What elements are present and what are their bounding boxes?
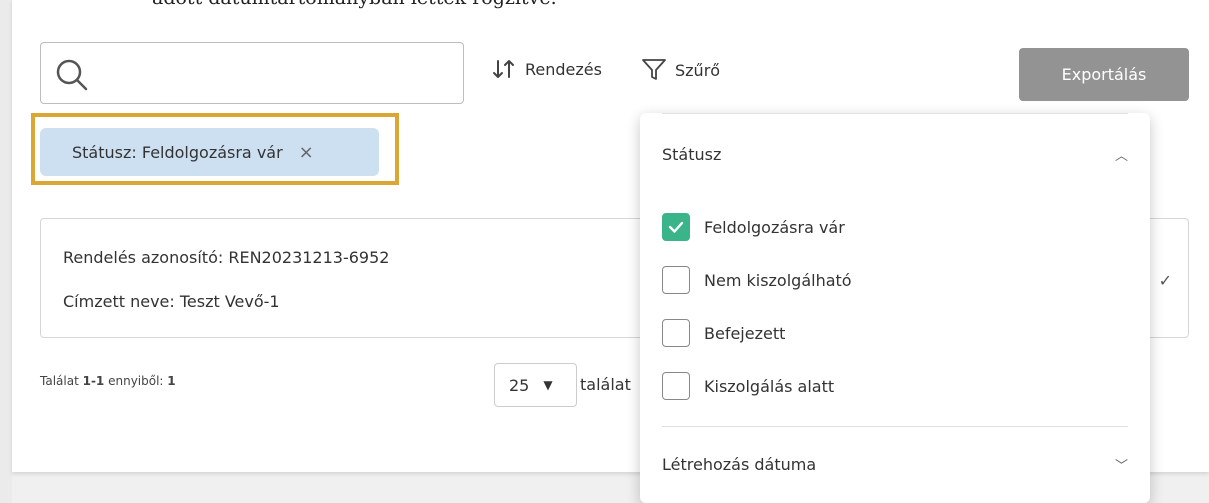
status-option-pending[interactable]: Feldolgozásra vár (662, 213, 845, 241)
checkbox-icon[interactable] (662, 266, 690, 294)
sort-button[interactable]: Rendezés (491, 58, 602, 80)
page-size-value: 25 (509, 375, 530, 395)
status-section-title: Státusz (662, 145, 722, 164)
date-section-header[interactable]: Létrehozás dátuma ﹀ (662, 455, 1128, 474)
intro-text: adott dátumtartományban lettek rögzítve. (152, 0, 557, 9)
status-option-unserviceable[interactable]: Nem kiszolgálható (662, 266, 852, 294)
status-section-header[interactable]: Státusz ︿ (662, 145, 1128, 164)
filter-dropdown: Státusz ︿ Feldolgozásra vár Nem kiszolgá… (640, 113, 1150, 503)
status-option-label: Kiszolgálás alatt (704, 376, 835, 396)
close-icon[interactable]: × (299, 142, 314, 163)
result-range: 1-1 (82, 374, 105, 388)
result-prefix: Találat (40, 374, 83, 388)
order-id: Rendelés azonosító: REN20231213-6952 (63, 248, 390, 267)
recipient-name: Címzett neve: Teszt Vevő-1 (63, 292, 280, 311)
dropdown-top-divider (662, 113, 1128, 114)
sort-label: Rendezés (525, 59, 602, 79)
active-filter-chip: Státusz: Feldolgozásra vár × (40, 128, 379, 176)
checkbox-checked-icon[interactable] (662, 213, 690, 241)
chevron-down-icon: ▼ (543, 378, 553, 392)
active-filter-label: Státusz: Feldolgozásra vár (72, 142, 283, 162)
filter-label: Szűrő (675, 60, 721, 80)
checkbox-icon[interactable] (662, 319, 690, 347)
result-total: 1 (167, 374, 176, 388)
left-margin (0, 0, 12, 503)
result-middle: ennyiből: (104, 374, 168, 388)
search-icon (56, 59, 88, 91)
page-size-suffix: találat (580, 375, 631, 394)
status-option-label: Befejezett (704, 323, 786, 343)
page-size-select[interactable]: 25 ▼ (494, 363, 577, 407)
section-divider (662, 426, 1128, 427)
status-option-completed[interactable]: Befejezett (662, 319, 785, 347)
chevron-up-icon: ︿ (1114, 149, 1128, 164)
chevron-down-icon[interactable]: ✓ (1159, 271, 1172, 290)
filter-icon (642, 59, 666, 80)
export-button[interactable]: Exportálás (1019, 48, 1189, 101)
search-field[interactable] (40, 42, 464, 104)
checkbox-icon[interactable] (662, 372, 690, 400)
status-option-label: Feldolgozásra vár (704, 217, 845, 237)
sort-icon (493, 60, 514, 78)
chevron-down-icon: ﹀ (1114, 459, 1128, 474)
result-count: Találat 1-1 ennyiből: 1 (40, 374, 176, 388)
filter-button[interactable]: Szűrő (641, 58, 720, 82)
date-section-title: Létrehozás dátuma (662, 455, 817, 474)
status-option-in-progress[interactable]: Kiszolgálás alatt (662, 372, 834, 400)
status-option-label: Nem kiszolgálható (704, 270, 852, 290)
search-input[interactable] (101, 57, 455, 91)
